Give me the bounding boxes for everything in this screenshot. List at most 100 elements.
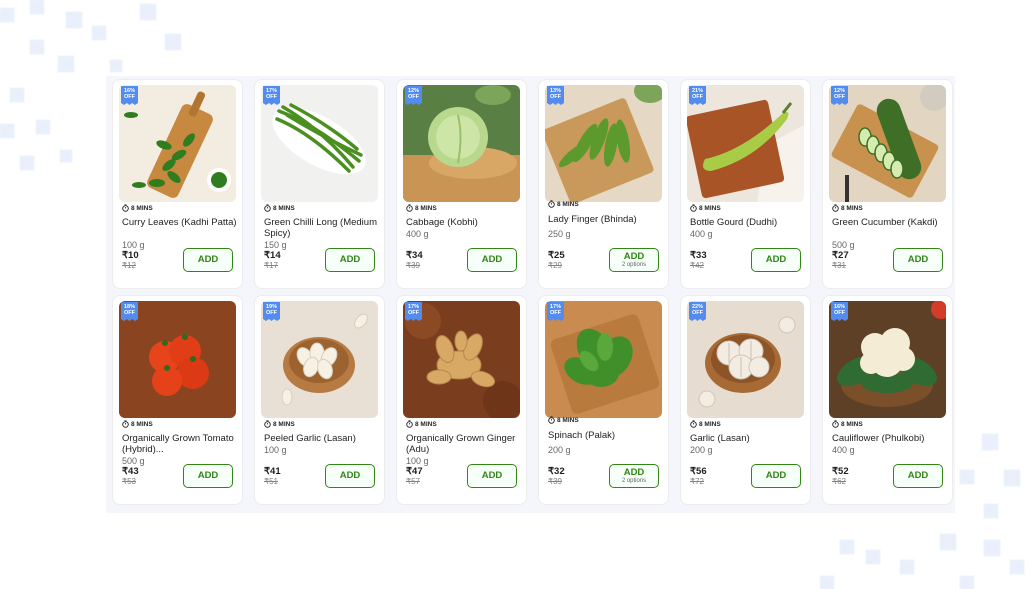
- stopwatch-icon: [832, 204, 839, 212]
- discount-tag-icon: 19% OFF: [263, 302, 280, 321]
- product-card[interactable]: 17% OFF 8 MINS Spinach (Palak) 200 g ₹32 …: [538, 295, 669, 505]
- add-to-cart-button[interactable]: ADD 2 options: [609, 464, 659, 488]
- product-price: ₹10: [122, 250, 139, 261]
- discount-off-label: OFF: [266, 310, 277, 316]
- product-name[interactable]: Organically Grown Tomato (Hybrid)...: [122, 433, 238, 455]
- product-price: ₹43: [122, 466, 139, 477]
- add-to-cart-button[interactable]: ADD: [751, 248, 801, 272]
- product-quantity: 400 g: [832, 445, 855, 455]
- product-name[interactable]: Green Cucumber (Kakdi): [832, 217, 948, 228]
- add-to-cart-button[interactable]: ADD: [325, 464, 375, 488]
- product-name[interactable]: Lady Finger (Bhinda): [548, 214, 664, 225]
- product-card[interactable]: 13% OFF 8 MINS Lady Finger (Bhinda) 250 g…: [538, 79, 669, 289]
- delivery-eta: 8 MINS: [690, 203, 721, 213]
- stopwatch-icon: [548, 200, 555, 208]
- add-button-label: ADD: [481, 470, 503, 481]
- discount-off-label: OFF: [834, 310, 845, 316]
- product-name[interactable]: Curry Leaves (Kadhi Patta): [122, 217, 238, 228]
- eta-text: 8 MINS: [841, 204, 863, 212]
- add-button-label: ADD: [339, 254, 361, 265]
- product-quantity: 100 g: [264, 445, 287, 455]
- product-card[interactable]: 21% OFF 8 MINS Bottle Gourd (Dudhi) 400 g…: [680, 79, 811, 289]
- add-button-label: ADD: [765, 470, 787, 481]
- discount-off-label: OFF: [834, 94, 845, 100]
- product-card[interactable]: 12% OFF 8 MINS Cabbage (Kobhi) 400 g ₹34 …: [396, 79, 527, 289]
- product-card[interactable]: 19% OFF 8 MINS Peeled Garlic (Lasan) 100 …: [254, 295, 385, 505]
- add-to-cart-button[interactable]: ADD: [751, 464, 801, 488]
- product-name[interactable]: Bottle Gourd (Dudhi): [690, 217, 806, 228]
- product-quantity: 100 g: [122, 240, 145, 250]
- product-name[interactable]: Peeled Garlic (Lasan): [264, 433, 380, 444]
- discount-off-label: OFF: [692, 310, 703, 316]
- product-quantity: 400 g: [406, 229, 429, 239]
- add-button-label: ADD: [907, 470, 929, 481]
- product-card[interactable]: 16% OFF 8 MINS Cauliflower (Phulkobi) 400…: [822, 295, 953, 505]
- delivery-eta: 8 MINS: [264, 203, 295, 213]
- add-to-cart-button[interactable]: ADD: [893, 464, 943, 488]
- discount-tag-icon: 13% OFF: [547, 86, 564, 105]
- add-to-cart-button[interactable]: ADD: [183, 248, 233, 272]
- product-name[interactable]: Cauliflower (Phulkobi): [832, 433, 948, 444]
- eta-text: 8 MINS: [699, 204, 721, 212]
- product-card[interactable]: 18% OFF 8 MINS Organically Grown Tomato (…: [112, 295, 243, 505]
- product-price: ₹56: [690, 466, 707, 477]
- product-name[interactable]: Organically Grown Ginger (Adu): [406, 433, 522, 455]
- product-mrp: ₹57: [406, 477, 420, 486]
- stopwatch-icon: [406, 420, 413, 428]
- add-button-options: 2 options: [621, 477, 647, 484]
- product-name[interactable]: Green Chilli Long (Medium Spicy): [264, 217, 380, 239]
- discount-tag-icon: 17% OFF: [405, 302, 422, 321]
- product-mrp: ₹42: [690, 261, 704, 270]
- delivery-eta: 8 MINS: [548, 415, 579, 425]
- eta-text: 8 MINS: [131, 204, 153, 212]
- product-name[interactable]: Cabbage (Kobhi): [406, 217, 522, 228]
- product-price: ₹25: [548, 250, 565, 261]
- delivery-eta: 8 MINS: [690, 419, 721, 429]
- eta-text: 8 MINS: [557, 200, 579, 208]
- product-card[interactable]: 17% OFF 8 MINS Green Chilli Long (Medium …: [254, 79, 385, 289]
- discount-off-label: OFF: [408, 94, 419, 100]
- delivery-eta: 8 MINS: [406, 203, 437, 213]
- discount-off-label: OFF: [550, 310, 561, 316]
- eta-text: 8 MINS: [273, 204, 295, 212]
- add-button-label: ADD: [481, 254, 503, 265]
- add-to-cart-button[interactable]: ADD: [325, 248, 375, 272]
- discount-tag-icon: 16% OFF: [831, 302, 848, 321]
- add-to-cart-button[interactable]: ADD 2 options: [609, 248, 659, 272]
- discount-tag-icon: 22% OFF: [689, 302, 706, 321]
- product-card[interactable]: 12% OFF 8 MINS Green Cucumber (Kakdi) 500…: [822, 79, 953, 289]
- product-price: ₹34: [406, 250, 423, 261]
- eta-text: 8 MINS: [699, 420, 721, 428]
- product-price: ₹41: [264, 466, 281, 477]
- stopwatch-icon: [406, 204, 413, 212]
- product-card[interactable]: 16% OFF 8 MINS Curry Leaves (Kadhi Patta)…: [112, 79, 243, 289]
- product-mrp: ₹39: [406, 261, 420, 270]
- discount-tag-icon: 18% OFF: [121, 302, 138, 321]
- add-to-cart-button[interactable]: ADD: [183, 464, 233, 488]
- product-mrp: ₹53: [122, 477, 136, 486]
- product-name[interactable]: Garlic (Lasan): [690, 433, 806, 444]
- discount-off-label: OFF: [692, 94, 703, 100]
- product-card[interactable]: 22% OFF 8 MINS Garlic (Lasan) 200 g ₹56 ₹…: [680, 295, 811, 505]
- product-quantity: 500 g: [832, 240, 855, 250]
- discount-tag-icon: 12% OFF: [831, 86, 848, 105]
- add-button-label: ADD: [197, 470, 219, 481]
- product-name[interactable]: Spinach (Palak): [548, 430, 664, 441]
- delivery-eta: 8 MINS: [122, 419, 153, 429]
- stopwatch-icon: [122, 204, 129, 212]
- product-quantity: 150 g: [264, 240, 287, 250]
- discount-tag-icon: 12% OFF: [405, 86, 422, 105]
- product-card[interactable]: 17% OFF 8 MINS Organically Grown Ginger (…: [396, 295, 527, 505]
- delivery-eta: 8 MINS: [406, 419, 437, 429]
- add-button-label: ADD: [765, 254, 787, 265]
- eta-text: 8 MINS: [273, 420, 295, 428]
- product-quantity: 200 g: [690, 445, 713, 455]
- add-to-cart-button[interactable]: ADD: [467, 464, 517, 488]
- product-mrp: ₹31: [832, 261, 846, 270]
- product-price: ₹47: [406, 466, 423, 477]
- add-to-cart-button[interactable]: ADD: [467, 248, 517, 272]
- product-quantity: 250 g: [548, 229, 571, 239]
- discount-tag-icon: 21% OFF: [689, 86, 706, 105]
- add-button-label: ADD: [197, 254, 219, 265]
- add-to-cart-button[interactable]: ADD: [893, 248, 943, 272]
